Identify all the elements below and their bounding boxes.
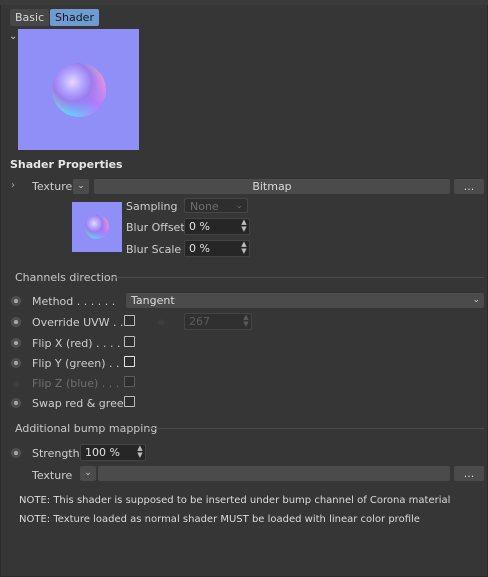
expand-texture-icon[interactable]: ›	[11, 180, 15, 191]
strength-keyframe-icon[interactable]	[10, 447, 22, 459]
blur-scale-field[interactable]: 0 % ▲ ▼	[184, 240, 250, 257]
uvw-channel-value: 267	[189, 315, 210, 328]
tab-shader[interactable]: Shader	[50, 9, 99, 26]
flip-z-keyframe-icon	[13, 381, 20, 388]
bump-texture-slot-button[interactable]	[98, 466, 450, 481]
spinner-icon[interactable]: ▲ ▼	[242, 314, 250, 328]
blur-offset-field[interactable]: 0 % ▲ ▼	[184, 218, 250, 235]
uvw-channel-field[interactable]: 267 ▲ ▼	[184, 313, 252, 330]
channels-direction-title: Channels direction	[15, 271, 118, 284]
strength-field[interactable]: 100 % ▲ ▼	[80, 444, 146, 461]
blur-scale-value: 0 %	[189, 242, 210, 255]
swap-checkbox[interactable]	[124, 396, 135, 407]
override-uvw-keyframe-icon[interactable]	[10, 316, 22, 328]
group-divider	[110, 277, 484, 278]
flip-y-label: Flip Y (green) . . .	[32, 357, 127, 370]
shader-preview	[18, 29, 139, 150]
bump-texture-more-button[interactable]: ...	[454, 466, 484, 481]
texture-more-button[interactable]: ...	[454, 179, 484, 194]
group-divider	[148, 428, 484, 429]
swap-label: Swap red & green	[32, 397, 131, 410]
spinner-icon[interactable]: ▲ ▼	[240, 241, 248, 255]
flip-y-keyframe-icon[interactable]	[10, 357, 22, 369]
tab-basic[interactable]: Basic	[10, 9, 50, 26]
texture-label: Texture	[32, 180, 73, 193]
strength-value: 100 %	[85, 446, 120, 459]
swap-keyframe-icon[interactable]	[10, 397, 22, 409]
title-bar-strip	[0, 0, 488, 5]
bump-texture-label: Texture	[32, 469, 73, 482]
flip-z-checkbox	[124, 376, 135, 387]
sampling-label: Sampling	[126, 200, 178, 213]
method-value: Tangent	[131, 294, 175, 307]
bump-texture-dropdown-chevron-icon[interactable]: ⌄	[80, 466, 96, 481]
flip-x-label: Flip X (red) . . . .	[32, 337, 121, 350]
blur-offset-value: 0 %	[189, 220, 210, 233]
note-text: NOTE: Texture loaded as normal shader MU…	[19, 514, 420, 525]
method-label: Method . . . . . .	[32, 295, 116, 308]
uvw-channel-keyframe-icon[interactable]	[158, 319, 165, 326]
collapse-preview-icon[interactable]: ⌄	[9, 31, 17, 42]
texture-bitmap-button[interactable]: Bitmap	[94, 179, 450, 194]
bitmap-thumbnail	[72, 202, 122, 252]
bump-mapping-title: Additional bump mapping	[15, 422, 158, 435]
sampling-select[interactable]: None ⌄	[184, 198, 248, 213]
spinner-icon[interactable]: ▲ ▼	[136, 445, 144, 459]
flip-z-label: Flip Z (blue) . . . .	[32, 377, 127, 390]
override-uvw-checkbox[interactable]	[124, 315, 135, 326]
strength-label: Strength	[32, 447, 80, 460]
thumbnail-sphere	[85, 215, 109, 239]
normal-sphere-preview	[52, 63, 106, 117]
flip-y-checkbox[interactable]	[124, 356, 135, 367]
method-keyframe-icon[interactable]	[10, 295, 22, 307]
note-text: NOTE: This shader is supposed to be inse…	[19, 495, 451, 506]
override-uvw-label: Override UVW . .	[32, 316, 124, 329]
texture-dropdown-chevron-icon[interactable]: ⌄	[73, 179, 89, 194]
section-title: Shader Properties	[10, 158, 123, 171]
spinner-icon[interactable]: ▲ ▼	[240, 219, 248, 233]
blur-scale-label: Blur Scale	[126, 243, 182, 256]
flip-x-checkbox[interactable]	[124, 336, 135, 347]
chevron-down-icon: ⌄	[472, 295, 480, 305]
sampling-value: None	[190, 200, 219, 213]
chevron-down-icon: ⌄	[235, 201, 243, 211]
flip-x-keyframe-icon[interactable]	[10, 337, 22, 349]
method-select[interactable]: Tangent ⌄	[126, 293, 484, 308]
blur-offset-label: Blur Offset	[126, 221, 185, 234]
